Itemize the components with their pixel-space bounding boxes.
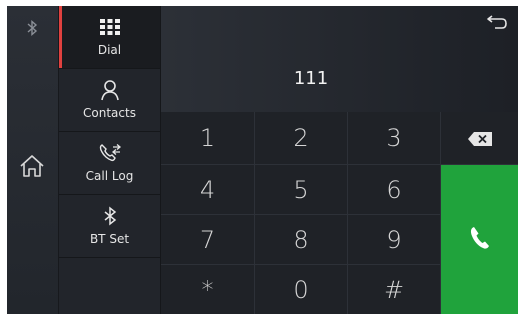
nav-item-label: BT Set xyxy=(89,232,130,246)
nav-item-dial[interactable]: Dial xyxy=(59,6,160,69)
key-3[interactable]: 3 xyxy=(348,112,441,165)
key-4[interactable]: 4 xyxy=(161,165,255,215)
nav-item-bt-set[interactable]: BT Set xyxy=(59,195,160,258)
key-hash[interactable]: # xyxy=(348,265,441,314)
nav-item-label: Dial xyxy=(97,43,122,57)
dialed-number: 111 xyxy=(293,68,329,89)
key-1[interactable]: 1 xyxy=(161,112,255,165)
left-rail xyxy=(7,6,59,314)
dialer-screen: Dial Contacts Call Log BT Set 111 1 2 3 … xyxy=(7,6,518,314)
home-icon[interactable] xyxy=(19,154,45,182)
backspace-icon xyxy=(467,124,492,152)
call-log-icon xyxy=(98,142,122,164)
key-5[interactable]: 5 xyxy=(255,165,348,215)
phone-icon xyxy=(469,226,491,254)
nav-menu: Dial Contacts Call Log BT Set xyxy=(59,6,161,314)
key-9[interactable]: 9 xyxy=(348,215,441,265)
key-6[interactable]: 6 xyxy=(348,165,441,215)
nav-item-contacts[interactable]: Contacts xyxy=(59,69,160,132)
back-icon[interactable] xyxy=(486,14,508,34)
nav-item-call-log[interactable]: Call Log xyxy=(59,132,160,195)
bluetooth-status-icon xyxy=(25,19,39,41)
dialpad-icon xyxy=(99,16,120,38)
nav-item-label: Contacts xyxy=(83,106,136,120)
key-0[interactable]: 0 xyxy=(255,265,348,314)
backspace-button[interactable] xyxy=(441,112,518,165)
bluetooth-icon xyxy=(103,205,117,227)
key-7[interactable]: 7 xyxy=(161,215,255,265)
person-icon xyxy=(100,79,120,101)
key-8[interactable]: 8 xyxy=(255,215,348,265)
call-button[interactable] xyxy=(441,165,518,314)
keypad: 1 2 3 4 5 6 7 8 9 * 0 # xyxy=(161,112,518,314)
nav-item-label: Call Log xyxy=(85,169,134,183)
key-star[interactable]: * xyxy=(161,265,255,314)
key-2[interactable]: 2 xyxy=(255,112,348,165)
number-display: 111 xyxy=(161,6,518,112)
